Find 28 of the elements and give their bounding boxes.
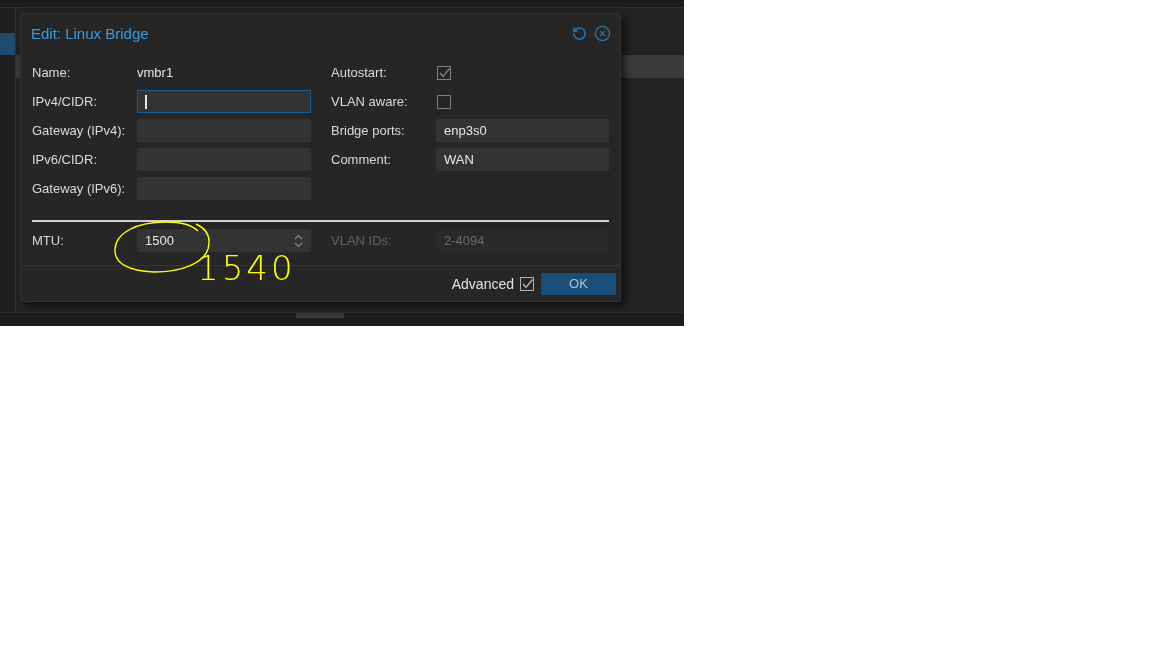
checkbox[interactable] [520,276,534,291]
ok-button[interactable]: OK [541,272,616,295]
dialog-title: Edit: Linux Bridge [31,24,149,42]
field-label: Gateway (IPv4): [32,123,127,138]
field-label: IPv6/CIDR: [32,152,98,167]
field-label: Gateway (IPv6): [32,181,127,196]
handwritten-note: 1540 [197,251,296,285]
checkbox[interactable] [437,65,451,80]
field-label: MTU: [32,233,65,248]
input-field[interactable] [137,90,311,113]
field-label: VLAN aware: [331,94,409,109]
circular-arrow-icon[interactable] [572,25,587,41]
field-label: IPv4/CIDR: [32,94,98,109]
checkbox[interactable] [437,94,451,109]
scroll-handle[interactable] [296,313,344,318]
input-field[interactable]: WAN [436,148,609,171]
name-value: vmbr1 [137,65,174,80]
field-label: Comment: [331,152,392,167]
text-caret-icon [145,94,147,109]
field-label: Bridge ports: [331,123,406,138]
advanced-label: Advanced [451,275,514,292]
input-field[interactable]: enp3s0 [436,119,609,142]
spinner-arrows-icon[interactable] [294,233,303,248]
number-field[interactable]: 1500 [137,229,311,252]
field-label: Name: [32,65,72,80]
close-icon[interactable] [594,24,611,42]
field-label: VLAN IDs: [331,233,393,248]
field-label: Autostart: [331,65,388,80]
